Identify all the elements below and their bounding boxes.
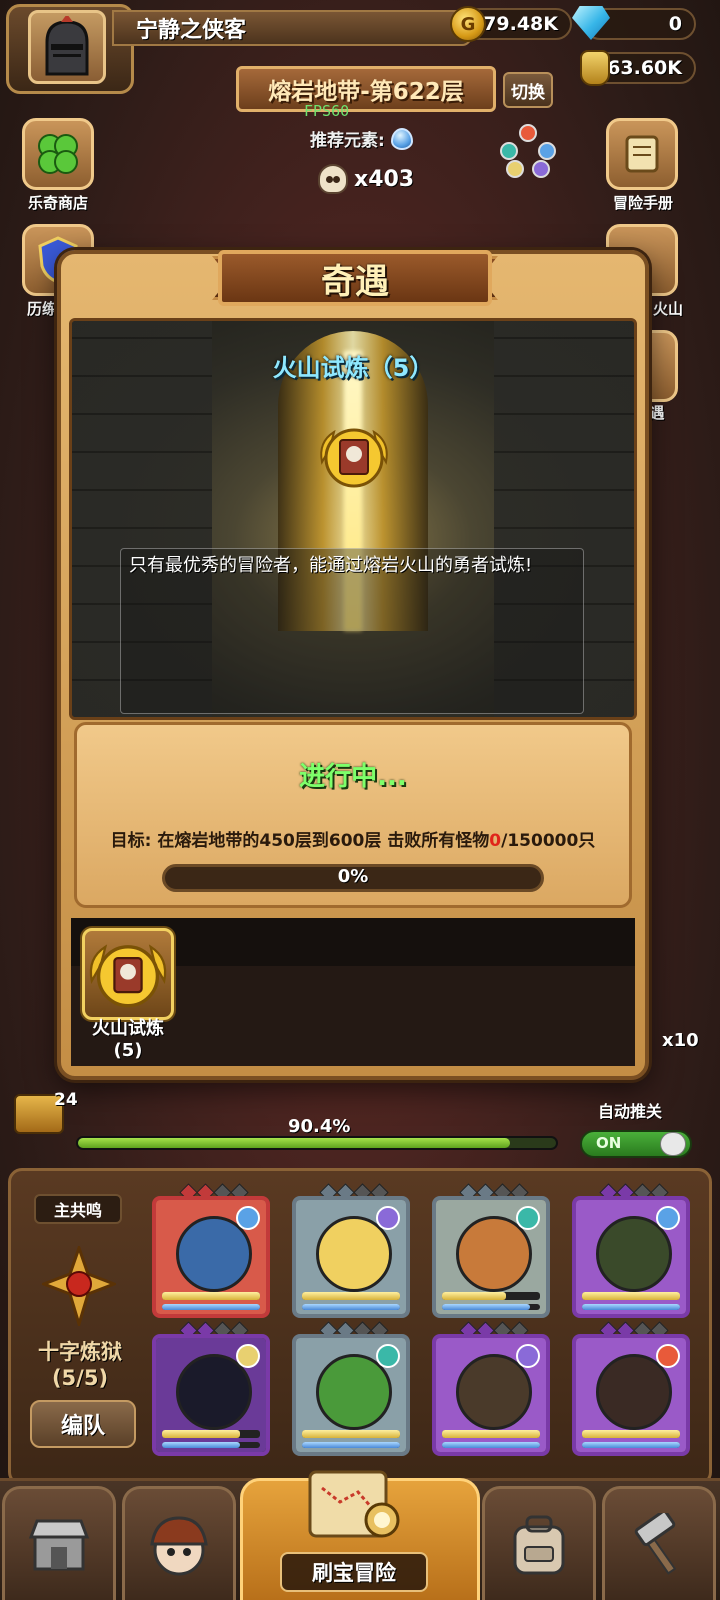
reward-label: 火山试炼 (5): [74, 1018, 182, 1062]
trial-name: 火山试炼（5）: [272, 354, 434, 382]
hero-card[interactable]: [432, 1334, 550, 1456]
element-icon: [376, 1206, 400, 1230]
skull-icon: [318, 164, 348, 194]
potion-value: 63.60K: [607, 57, 682, 79]
hero-hp-bar: [582, 1430, 680, 1438]
trial-goal: 目标: 在熔岩地带的450层到600层 击败所有怪物0/150000只: [74, 826, 632, 851]
water-drop-icon: [390, 127, 413, 150]
gem-value: 0: [668, 13, 682, 35]
nav-forge-button[interactable]: [602, 1486, 716, 1600]
hero-mp-bar: [162, 1442, 260, 1448]
player-name: 宁静之侠客: [136, 18, 247, 43]
hero-card[interactable]: [292, 1196, 410, 1318]
player-avatar[interactable]: [28, 10, 106, 84]
hero-card[interactable]: [572, 1334, 690, 1456]
volcano-label: 火山: [652, 300, 683, 318]
treasure-map-icon: [300, 1458, 410, 1554]
element-icon: [236, 1206, 260, 1230]
formation-name: 十字炼狱: [38, 1340, 122, 1364]
resonance-tag: 主共鸣: [34, 1194, 122, 1224]
auto-advance-label: 自动推关: [598, 1102, 663, 1121]
trial-status: 进行中...: [299, 762, 407, 792]
hero-hp-bar: [302, 1292, 400, 1300]
reward-level: (5): [113, 1040, 143, 1061]
hero-mp-bar: [442, 1304, 540, 1310]
element-icon: [516, 1206, 540, 1230]
element-icon: [516, 1344, 540, 1368]
hero-card[interactable]: [152, 1334, 270, 1456]
reward-name: 火山试炼: [92, 1018, 164, 1039]
potion-jar-icon: [580, 50, 610, 86]
goal-total: /150000只: [501, 831, 596, 851]
lucky-shop-label: 乐奇商店: [27, 194, 88, 212]
toggle-knob: [660, 1132, 686, 1156]
element-icon: [656, 1344, 680, 1368]
goal-current: 0: [489, 831, 502, 851]
hero-card[interactable]: [152, 1196, 270, 1318]
hero-mp-bar: [302, 1442, 400, 1448]
side-counter: x10: [662, 1030, 699, 1051]
switch-stage-button[interactable]: 切换: [503, 72, 553, 108]
element-wheel-icon[interactable]: [500, 124, 556, 180]
shop-icon: [28, 1519, 90, 1570]
nav-shop-button[interactable]: [2, 1486, 116, 1600]
cross-emblem-icon: [39, 1243, 119, 1330]
fps-counter: FPS60: [304, 102, 350, 120]
kill-count: x403: [354, 166, 415, 192]
training-label: 历练: [26, 300, 57, 318]
scroll-icon: [625, 135, 659, 173]
formation-count: (5/5): [51, 1366, 109, 1390]
hero-card[interactable]: [572, 1196, 690, 1318]
element-icon: [656, 1206, 680, 1230]
stage-title[interactable]: 熔岩地带-第622层: [236, 66, 496, 112]
goal-text: 目标: 在熔岩地带的450层到600层 击败所有怪物: [110, 831, 490, 851]
hero-card[interactable]: [292, 1334, 410, 1456]
gold-coin-icon: G: [450, 6, 486, 42]
nav-active-label: 刷宝冒险: [280, 1552, 428, 1592]
lucky-shop-button[interactable]: [22, 118, 94, 190]
hero-hp-bar: [442, 1292, 540, 1300]
element-icon: [236, 1344, 260, 1368]
modal-title: 奇遇: [218, 250, 492, 306]
edit-team-button[interactable]: 编队: [30, 1400, 136, 1448]
hero-hp-bar: [582, 1292, 680, 1300]
element-icon: [376, 1344, 400, 1368]
adventure-handbook-button[interactable]: [606, 118, 678, 190]
kill-counter: x403: [318, 164, 414, 194]
recommended-element-label: 推荐元素:: [310, 131, 385, 151]
trial-badge-icon: [316, 418, 392, 494]
backpack-icon: [513, 1515, 565, 1574]
hammer-icon: [634, 1512, 677, 1575]
hero-mp-bar: [582, 1442, 680, 1448]
knight-helmet-icon: [45, 16, 89, 76]
hero-card[interactable]: [432, 1196, 550, 1318]
hero-mp-bar: [582, 1304, 680, 1310]
clover-icon: [38, 134, 78, 174]
adventure-handbook-label: 冒险手册: [612, 194, 673, 212]
hero-mp-bar: [302, 1304, 400, 1310]
trial-medal-icon: [89, 944, 167, 1008]
trial-description: 只有最优秀的冒险者，能通过熔岩火山的勇者试炼!: [120, 548, 584, 714]
hero-face-icon: [150, 1515, 208, 1575]
stage-progress-track: [76, 1136, 558, 1150]
recommended-element: 推荐元素:: [310, 126, 413, 151]
hero-hp-bar: [162, 1292, 260, 1300]
nav-backpack-button[interactable]: [482, 1486, 596, 1600]
hero-hp-bar: [302, 1430, 400, 1438]
hero-mp-bar: [442, 1442, 540, 1448]
hero-hp-bar: [442, 1430, 540, 1438]
hero-hp-bar: [162, 1430, 260, 1438]
nav-heroes-button[interactable]: [122, 1486, 236, 1600]
hero-mp-bar: [162, 1304, 260, 1310]
chest-count: 24: [54, 1090, 78, 1110]
trial-progress-text: 0%: [337, 866, 369, 887]
auto-advance-state: ON: [596, 1134, 622, 1152]
reward-item[interactable]: [82, 928, 174, 1020]
stage-progress-percent: 90.4%: [288, 1116, 351, 1137]
